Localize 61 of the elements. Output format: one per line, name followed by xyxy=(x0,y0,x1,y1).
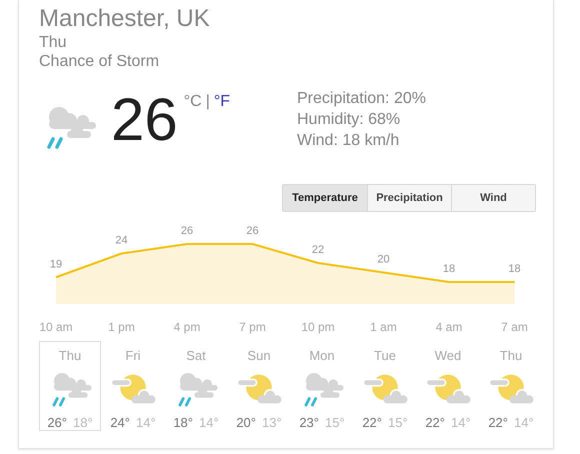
forecast-day[interactable]: Thu 22° 14° xyxy=(480,341,542,431)
high-temperature: 22° xyxy=(362,415,382,430)
data-label: 24 xyxy=(115,234,128,246)
time-label: 4 pm xyxy=(174,320,200,334)
day-name: Wed xyxy=(434,348,462,363)
high-temperature: 26° xyxy=(47,415,67,430)
time-label: 1 pm xyxy=(108,320,135,334)
low-temperature: 14° xyxy=(136,415,156,430)
day-name: Mon xyxy=(309,348,335,363)
condition-label: Chance of Storm xyxy=(39,52,160,71)
high-temperature: 24° xyxy=(110,415,130,430)
forecast-day[interactable]: Wed 22° 14° xyxy=(417,341,479,431)
time-label: 10 pm xyxy=(301,320,335,334)
forecast-day[interactable]: Fri 24° 14° xyxy=(102,341,164,431)
forecast-day[interactable]: Sun 20° 13° xyxy=(228,341,290,431)
high-temperature: 22° xyxy=(488,415,508,430)
day-name: Fri xyxy=(125,348,141,363)
day-label: Thu xyxy=(39,33,68,52)
low-temperature: 18° xyxy=(73,415,93,430)
data-label: 18 xyxy=(508,263,521,275)
high-temperature: 18° xyxy=(173,415,193,430)
weather-detail: Humidity: 68% xyxy=(297,110,402,130)
data-label: 26 xyxy=(180,225,194,237)
data-label: 20 xyxy=(377,254,390,266)
low-temperature: 14° xyxy=(514,415,534,430)
data-label: 19 xyxy=(50,258,62,270)
day-name: Thu xyxy=(58,348,82,363)
current-temperature: 26 xyxy=(111,87,178,153)
time-label: 1 am xyxy=(370,320,397,334)
forecast-day[interactable]: Tue 22° 15° xyxy=(354,341,416,431)
day-name: Sun xyxy=(247,348,271,363)
high-temperature: 22° xyxy=(425,415,445,430)
day-name: Thu xyxy=(500,348,522,363)
unit-separator: | xyxy=(206,93,210,111)
high-temperature: 20° xyxy=(236,415,256,430)
forecast-day[interactable]: Thu 26° 18° xyxy=(39,341,101,431)
low-temperature: 13° xyxy=(262,415,282,430)
time-label: 10 am xyxy=(39,320,73,334)
chart-tab[interactable]: Precipitation xyxy=(367,185,451,211)
data-label: 26 xyxy=(246,225,259,237)
chart-tab[interactable]: Temperature xyxy=(283,185,367,211)
celsius-unit: °C xyxy=(184,93,202,111)
data-label: 18 xyxy=(442,263,456,275)
chart-tab[interactable]: Wind xyxy=(451,185,535,211)
day-name: Sat xyxy=(186,348,206,363)
weather-detail: Wind: 18 km/h xyxy=(297,131,400,151)
low-temperature: 15° xyxy=(388,415,408,430)
low-temperature: 14° xyxy=(199,415,219,430)
data-label: 22 xyxy=(312,244,324,256)
time-label: 7 am xyxy=(501,320,528,334)
low-temperature: 15° xyxy=(325,415,345,430)
day-name: Tue xyxy=(374,348,396,363)
location-title: Manchester, UK xyxy=(39,5,211,33)
low-temperature: 14° xyxy=(451,415,471,430)
forecast-day[interactable]: Mon 23° 15° xyxy=(291,341,353,431)
time-label: 7 pm xyxy=(239,320,266,334)
high-temperature: 23° xyxy=(299,415,319,430)
fahrenheit-link[interactable]: °F xyxy=(214,93,230,111)
time-label: 4 am xyxy=(436,320,462,334)
weather-detail: Precipitation: 20% xyxy=(297,89,426,109)
forecast-day[interactable]: Sat 18° 14° xyxy=(165,341,227,431)
